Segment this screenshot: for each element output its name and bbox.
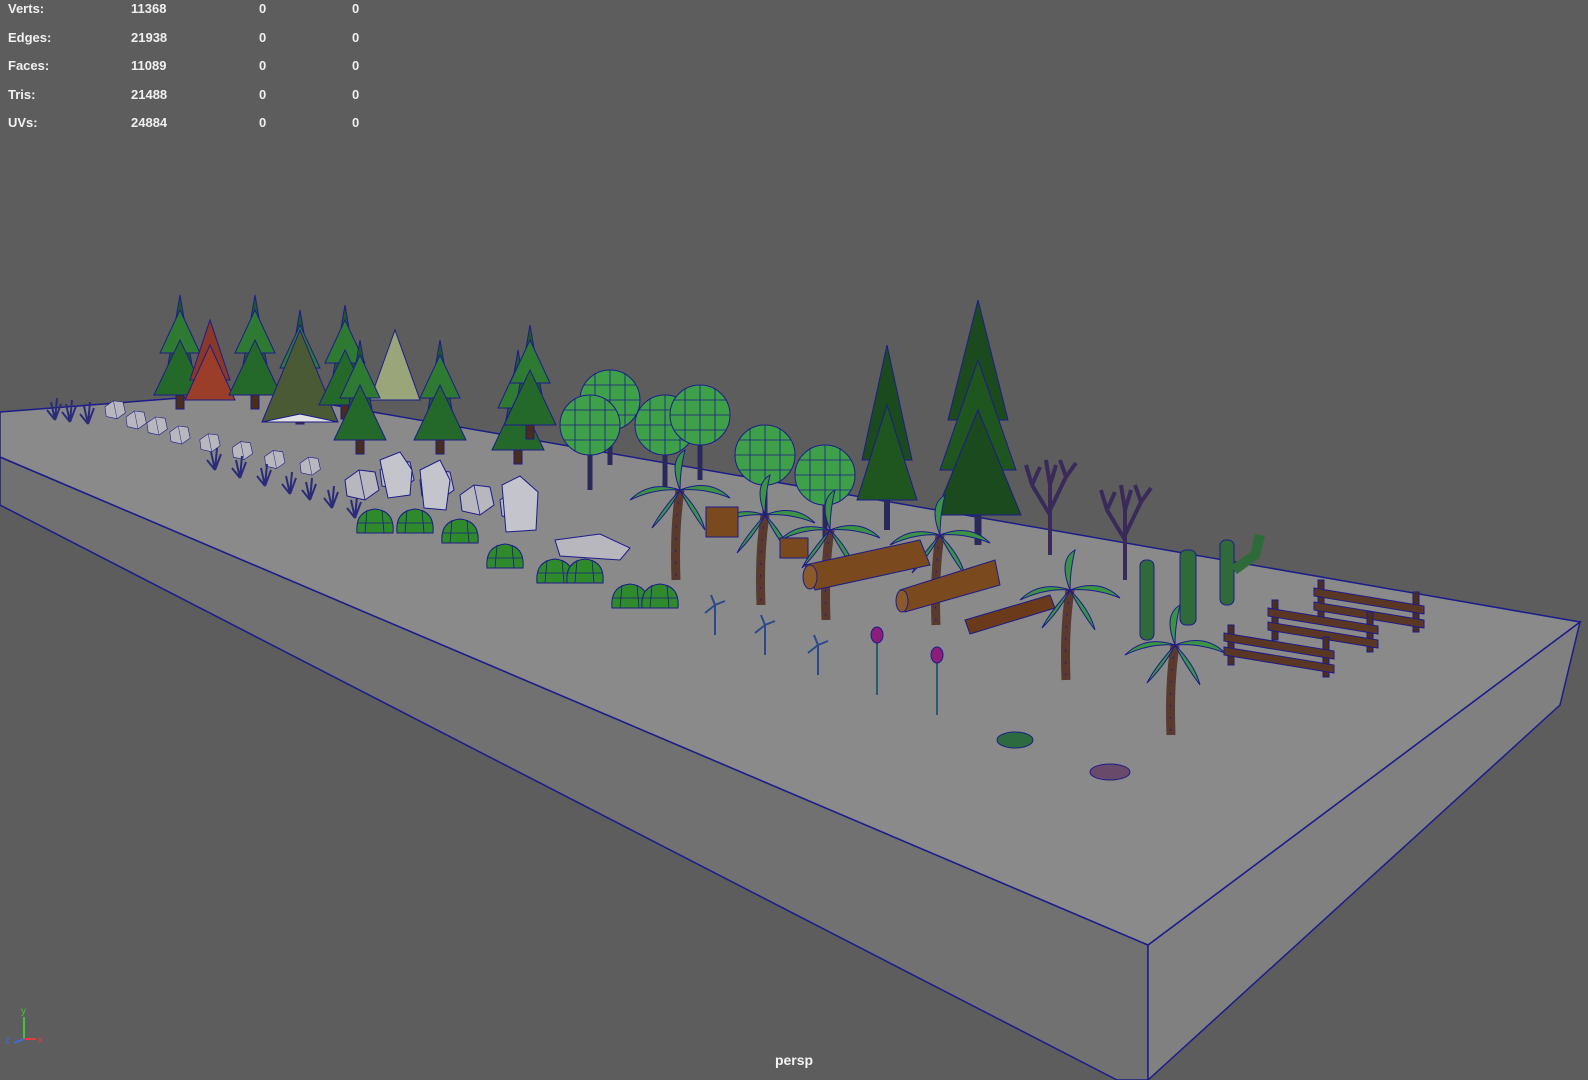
hud-row-edges: Edges: 21938 0 0 (8, 29, 378, 58)
hud-label: Tris: (8, 86, 36, 102)
hud-value: 0 (352, 29, 360, 45)
hud-value: 0 (259, 115, 267, 130)
view-axis-gizmo: y x z (5, 1006, 43, 1046)
y-axis-label: y (21, 1006, 26, 1017)
hud-value: 21938 (131, 29, 168, 45)
persp-viewport[interactable] (0, 0, 1588, 1080)
camera-name-label: persp (774, 1052, 814, 1068)
hud-value: 0 (352, 1, 360, 16)
poly-count-hud: Verts: 11368 0 0 Edges: 21938 0 0 Faces:… (8, 0, 378, 143)
hud-row-verts: Verts: 11368 0 0 (8, 0, 378, 29)
hud-value: 21488 (131, 86, 168, 102)
x-axis-label: x (38, 1035, 43, 1046)
hud-row-uvs: UVs: 24884 0 0 (8, 114, 378, 143)
hud-value: 11089 (131, 58, 167, 73)
hud-value: 0 (259, 1, 267, 16)
hud-row-faces: Faces: 11089 0 0 (8, 57, 378, 86)
hud-value: 0 (259, 86, 267, 102)
hud-label: Edges: (8, 29, 52, 45)
hud-value: 0 (352, 58, 360, 73)
hud-value: 0 (352, 115, 360, 130)
hud-row-tris: Tris: 21488 0 0 (8, 86, 378, 115)
ground-plane-mesh[interactable] (0, 391, 1582, 1080)
hud-label: Verts: (8, 1, 45, 16)
z-axis-label: z (5, 1035, 10, 1046)
hud-value: 11368 (131, 1, 167, 16)
hud-value: 0 (259, 29, 267, 45)
hud-label: Faces: (8, 58, 50, 73)
hud-value: 24884 (131, 115, 168, 130)
hud-value: 0 (352, 86, 360, 102)
hud-value: 0 (259, 58, 267, 73)
hud-label: UVs: (8, 115, 38, 130)
z-axis-line (13, 1038, 25, 1044)
